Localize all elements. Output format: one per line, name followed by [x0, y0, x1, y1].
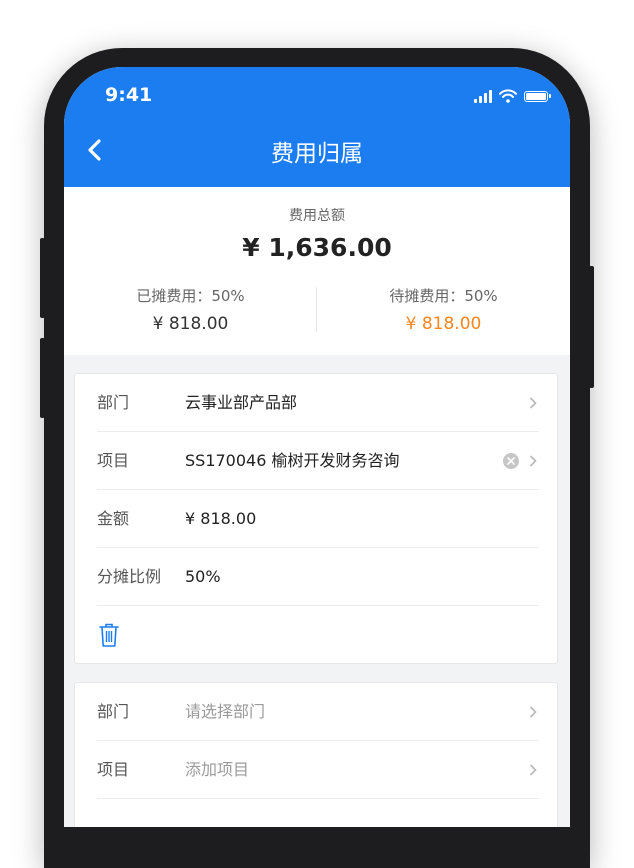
power-button	[589, 266, 594, 388]
allocation-card-2: 部门 请选择部门 项目 添加项目	[74, 682, 558, 827]
project-label: 项目	[97, 451, 130, 470]
amount-value[interactable]: ¥ 818.00	[185, 490, 256, 548]
ratio-value[interactable]: 50%	[185, 548, 221, 606]
allocated-summary: 已摊费用：50% ¥ 818.00	[64, 285, 317, 334]
battery-icon	[524, 90, 551, 102]
allocation-card-1: 部门 云事业部产品部 项目 SS170046 榆树开发财务咨询 金额 ¥ 818…	[74, 373, 558, 664]
project-label-2: 项目	[97, 760, 130, 779]
nav-bar: 9:41 费用归属	[64, 67, 570, 187]
ratio-label: 分摊比例	[97, 567, 162, 586]
project-row[interactable]: 项目 SS170046 榆树开发财务咨询	[75, 432, 557, 490]
allocated-value: ¥ 818.00	[152, 314, 229, 334]
department-value: 云事业部产品部	[185, 393, 298, 412]
pending-label: 待摊费用：50%	[389, 287, 498, 305]
volume-down-button	[40, 338, 45, 418]
department-label-2: 部门	[97, 702, 130, 721]
amount-row[interactable]: 金额 ¥ 818.00	[75, 490, 557, 548]
volume-up-button	[40, 238, 45, 318]
chevron-right-icon	[529, 764, 537, 776]
status-time: 9:41	[105, 84, 153, 106]
allocated-label: 已摊费用：50%	[136, 287, 245, 305]
chevron-right-icon	[529, 455, 537, 467]
department-row-2[interactable]: 部门 请选择部门	[75, 683, 557, 741]
pending-summary: 待摊费用：50% ¥ 818.00	[317, 285, 570, 334]
project-value: SS170046 榆树开发财务咨询	[185, 451, 400, 470]
chevron-right-icon	[529, 397, 537, 409]
clear-icon[interactable]	[503, 453, 519, 469]
page-title: 费用归属	[271, 141, 363, 167]
department-placeholder: 请选择部门	[185, 702, 266, 721]
project-placeholder: 添加项目	[185, 760, 250, 779]
phone-screen: 9:41 费用归属 费用总额 ¥ 1,636.00 已摊费用：50% ¥ 818…	[64, 67, 570, 827]
total-value: ¥ 1,636.00	[242, 233, 392, 262]
signal-icon	[474, 89, 492, 103]
department-row[interactable]: 部门 云事业部产品部	[75, 374, 557, 432]
amount-label: 金额	[97, 509, 130, 528]
total-label: 费用总额	[289, 208, 345, 224]
status-icons	[474, 89, 551, 103]
trash-icon[interactable]	[98, 622, 120, 648]
wifi-icon	[499, 89, 517, 103]
project-row-2[interactable]: 项目 添加项目	[75, 741, 557, 799]
department-label: 部门	[97, 393, 130, 412]
ratio-row[interactable]: 分摊比例 50%	[75, 548, 557, 606]
expense-summary: 费用总额 ¥ 1,636.00 已摊费用：50% ¥ 818.00 待摊费用：5…	[64, 187, 570, 355]
chevron-right-icon	[529, 706, 537, 718]
pending-value: ¥ 818.00	[405, 314, 482, 334]
